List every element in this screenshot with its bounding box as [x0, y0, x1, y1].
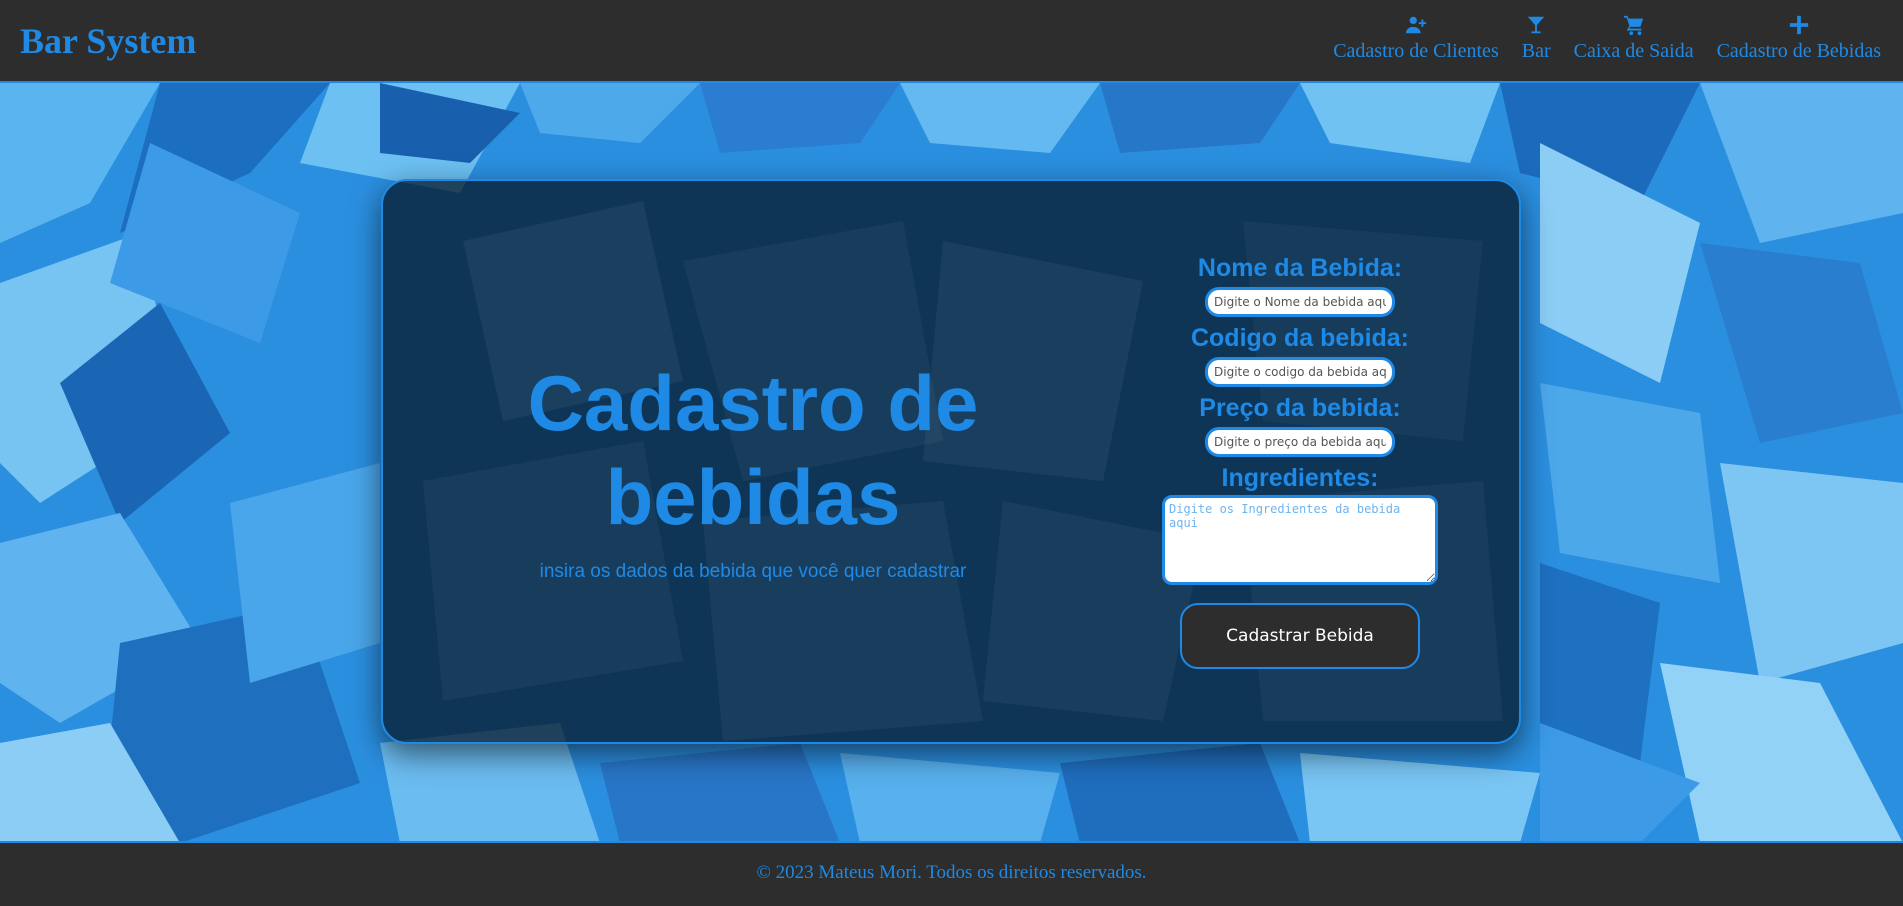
drink-code-input[interactable]	[1205, 357, 1395, 387]
nav-item-cadastro-clientes[interactable]: Cadastro de Clientes	[1333, 14, 1499, 63]
nav-item-bar[interactable]: Bar	[1522, 14, 1551, 63]
cocktail-glass-icon	[1527, 16, 1545, 34]
page-title: Cadastro de bebidas	[527, 359, 979, 541]
plus-icon	[1789, 15, 1808, 35]
nav-item-caixa-saida[interactable]: Caixa de Saida	[1574, 14, 1694, 63]
nav-label: Caixa de Saida	[1573, 40, 1694, 62]
drink-name-input[interactable]	[1205, 287, 1395, 317]
drink-name-label: Nome da Bebida:	[1197, 254, 1403, 282]
brand-logo[interactable]: Bar System	[20, 20, 196, 62]
drink-price-input[interactable]	[1205, 427, 1395, 457]
top-navbar: Bar System Cadastro de Clientes Bar Caix	[0, 0, 1903, 83]
drink-form: Nome da Bebida: Codigo da bebida: Preço …	[1155, 253, 1445, 669]
user-plus-icon	[1405, 16, 1427, 34]
ingredients-label: Ingredientes:	[1221, 464, 1379, 492]
nav-label: Bar	[1521, 40, 1551, 62]
drink-code-label: Codigo da bebida:	[1190, 324, 1410, 352]
register-drink-button[interactable]: Cadastrar Bebida	[1180, 603, 1420, 669]
footer: © 2023 Mateus Mori. Todos os direitos re…	[0, 841, 1903, 906]
shopping-cart-icon	[1623, 15, 1643, 36]
nav-label: Cadastro de Bebidas	[1716, 40, 1881, 62]
nav-label: Cadastro de Clientes	[1333, 40, 1499, 62]
drink-price-label: Preço da bebida:	[1199, 394, 1401, 422]
drink-registration-card: Cadastro de bebidas insira os dados da b…	[381, 179, 1521, 744]
ingredients-textarea[interactable]	[1162, 495, 1438, 585]
page-subtitle: insira os dados da bebida que você quer …	[539, 561, 967, 582]
nav-menu: Cadastro de Clientes Bar Caixa de Saida …	[1333, 14, 1881, 63]
copyright-text: © 2023 Mateus Mori. Todos os direitos re…	[756, 862, 1147, 883]
nav-item-cadastro-bebidas[interactable]: Cadastro de Bebidas	[1717, 14, 1881, 63]
hero-background: Cadastro de bebidas insira os dados da b…	[0, 83, 1903, 843]
